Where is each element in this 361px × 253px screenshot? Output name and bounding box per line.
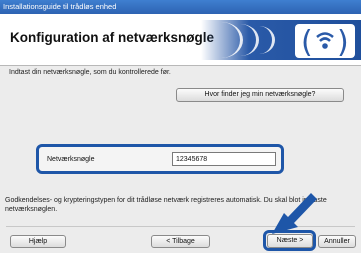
wave-decoration bbox=[244, 26, 275, 54]
svg-text:(: ( bbox=[301, 25, 313, 58]
arrow-icon bbox=[272, 193, 317, 234]
help-button[interactable]: Hjælp bbox=[10, 235, 66, 248]
instruction-text: Indtast din netværksnøgle, som du kontro… bbox=[9, 69, 171, 76]
page-title: Konfiguration af netværksnøgle bbox=[10, 30, 215, 45]
header-banner: Konfiguration af netværksnøgle ( ) bbox=[0, 14, 361, 66]
installer-window: Installationsguide til trådløs enhed Kon… bbox=[0, 0, 361, 253]
network-key-label: Netværksnøgle bbox=[47, 156, 95, 163]
network-key-help-button[interactable]: Hvor finder jeg min netværksnøgle? bbox=[176, 88, 344, 102]
network-key-field[interactable]: 12345678 bbox=[172, 152, 276, 166]
window-title: Installationsguide til trådløs enhed bbox=[0, 0, 361, 14]
cancel-button[interactable]: Annuller bbox=[318, 235, 356, 248]
wifi-icon: ( ) bbox=[295, 24, 355, 60]
svg-text:): ) bbox=[337, 25, 349, 58]
back-button[interactable]: < Tilbage bbox=[151, 235, 210, 248]
network-key-group: Netværksnøgle 12345678 bbox=[36, 144, 284, 174]
